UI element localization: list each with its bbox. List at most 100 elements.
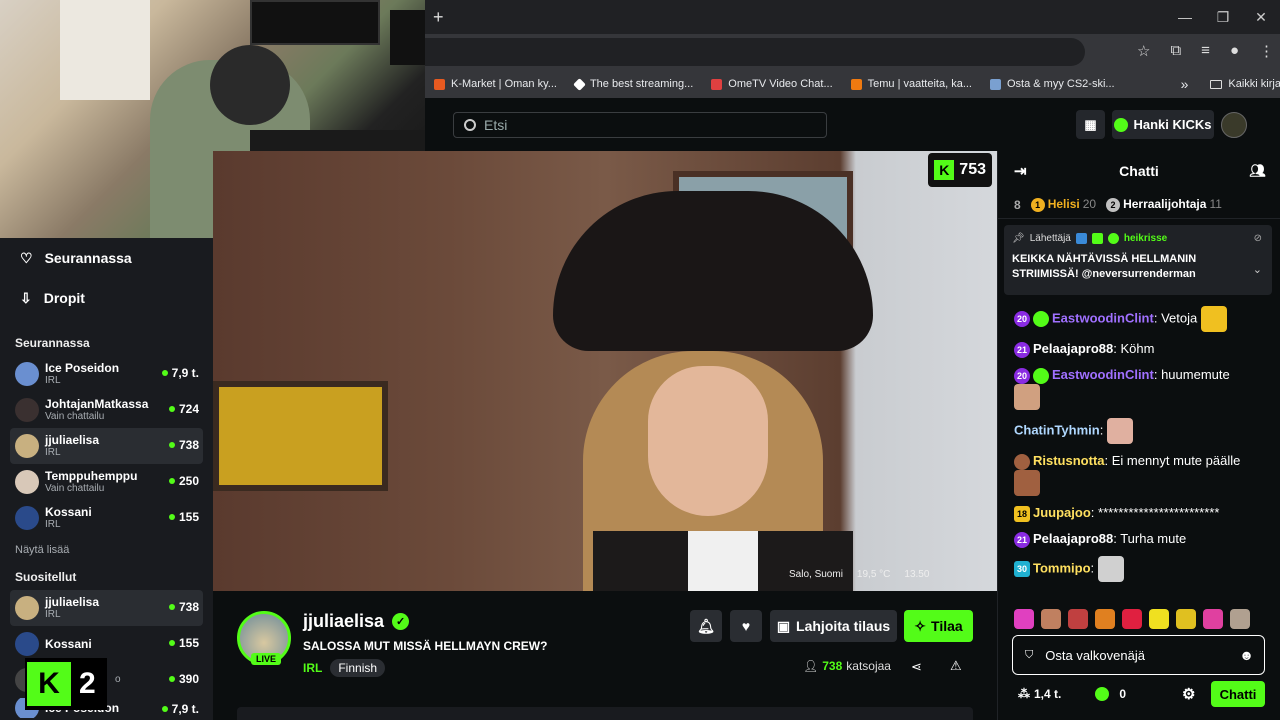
bookmark-item[interactable]: The best streaming... [566, 77, 702, 91]
sub-badge: 21 [1014, 341, 1030, 358]
bookmark-item[interactable]: K-Market | Oman ky... [425, 78, 566, 90]
video-shirt [688, 531, 758, 591]
pin-icon: 📌︎ [1012, 233, 1025, 244]
time-text: 13.50 [904, 569, 930, 580]
address-bar-row: ☆ ⧉ ≡ ● ⋮ [425, 34, 1280, 70]
maximize-button[interactable]: ❐ [1204, 0, 1242, 34]
chat-panel: ⇥ Chatti 👥︎ 8 1 Helisi 20 2 Herraalijohtaja… [997, 151, 1280, 720]
language-tag[interactable]: Finnish [330, 659, 386, 677]
close-window-button[interactable]: ✕ [1242, 0, 1280, 34]
chat-input[interactable]: ⛉ Osta valkovenäjä ☻ [1012, 635, 1265, 675]
channel-item[interactable]: Temppuhemppu Vain chattailu 250 [10, 464, 203, 500]
bookmark-item[interactable]: Temu | vaatteita, ka... [842, 78, 981, 90]
video-player[interactable]: K 753 Salo, Suomi 19,5 °C 13.50 [213, 151, 997, 591]
channel-item[interactable]: JohtajanMatkassa Vain chattailu 724 [10, 392, 203, 428]
chat-username[interactable]: Juupajoo [1033, 505, 1091, 520]
pinned-message[interactable]: 📌︎ Lähettäjä heikrisse KEIKKA NÄHTÄVISSÄ… [1004, 225, 1272, 295]
chat-users-icon[interactable]: 👥︎ [1249, 163, 1266, 179]
settings-gear-icon[interactable]: ⚙ [1182, 685, 1195, 703]
badge-icon [1075, 233, 1087, 244]
dashboard-button[interactable]: ▦ [1076, 110, 1105, 139]
streaming-favicon-icon [573, 77, 586, 91]
drops-icon: ⇩ [20, 289, 32, 306]
browser-tabbar: + — ❐ ✕ [425, 0, 1280, 34]
follow-heart-button[interactable]: ♥ [730, 610, 762, 642]
chat-message: 20 EastwoodinClint: Vetoja [998, 306, 1280, 332]
emote-button[interactable] [1122, 609, 1142, 629]
extensions-icon[interactable]: ⧉ [1170, 42, 1181, 60]
kick-logo-icon: K [934, 160, 955, 180]
leaderboard-entry[interactable]: 1 Helisi 20 [1030, 197, 1096, 212]
emote-button[interactable] [1176, 609, 1196, 629]
chevron-down-icon[interactable]: ⌄ [1253, 263, 1262, 276]
viewers-icon: 👤︎ [803, 659, 819, 673]
bookmark-star-icon[interactable]: ☆ [1137, 42, 1150, 60]
address-field[interactable] [425, 38, 1085, 66]
show-more-link[interactable]: Näytä lisää [0, 544, 213, 556]
channel-item[interactable]: jjuliaelisa IRL 738 [10, 590, 203, 626]
avatar [15, 434, 39, 458]
emote-button[interactable] [1095, 609, 1115, 629]
kick-coin-icon [1095, 687, 1110, 701]
streamer-name[interactable]: jjuliaelisa ✓ [303, 611, 410, 632]
media-control-icon[interactable]: ≡ [1201, 42, 1210, 60]
avatar [15, 506, 39, 530]
gift-sub-button[interactable]: ▣ Lahjoita tilaus [770, 610, 897, 642]
emote [1014, 384, 1040, 410]
avatar [15, 362, 39, 386]
emote-bar [1014, 609, 1250, 629]
send-chat-button[interactable]: Chatti [1211, 681, 1265, 707]
channel-item[interactable]: Kossani 155 [10, 626, 203, 662]
emote-button[interactable] [1068, 609, 1088, 629]
share-icon[interactable]: ⋖ [911, 659, 922, 675]
user-avatar[interactable] [1221, 112, 1247, 138]
channel-item[interactable]: jjuliaelisa IRL 738 [10, 428, 203, 464]
get-kicks-button[interactable]: Hanki KICKs [1112, 110, 1214, 139]
hide-pin-icon[interactable]: ⊘ [1254, 233, 1262, 244]
chat-username[interactable]: Tommipo [1033, 560, 1091, 575]
chat-message: 21 Pelaajapro88: Köhm [998, 340, 1280, 358]
chat-username[interactable]: Pelaajapro88 [1033, 341, 1113, 356]
notification-bell-button[interactable]: 🔔︎ [690, 610, 722, 642]
bookmarks-overflow-button[interactable]: » [1172, 76, 1198, 92]
bookmark-item[interactable]: Osta & myy CS2-ski... [981, 78, 1124, 90]
emote [1200, 306, 1227, 332]
chat-username[interactable]: Ristusnotta [1033, 453, 1105, 468]
new-tab-button[interactable]: + [433, 7, 444, 28]
nav-drops[interactable]: ⇩ Dropit [0, 278, 213, 318]
leaderboard-entry[interactable]: 2 Herraalijohtaja 11 [1106, 197, 1222, 212]
live-badge: LIVE [251, 653, 282, 665]
chat-username[interactable]: EastwoodinClint [1052, 367, 1154, 382]
viewer-count: 👤︎ 738 katsojaa [803, 659, 891, 673]
dashboard-icon: ▦ [1084, 116, 1097, 132]
menu-kebab-icon[interactable]: ⋮ [1259, 42, 1274, 60]
emote-button[interactable] [1203, 609, 1223, 629]
emote-button[interactable] [1041, 609, 1061, 629]
nav-following[interactable]: ♡ Seurannassa [0, 238, 213, 278]
emote-button[interactable] [1014, 609, 1034, 629]
location-text: Salo, Suomi [789, 569, 843, 580]
emote-button[interactable] [1149, 609, 1169, 629]
profile-avatar-icon[interactable]: ● [1230, 42, 1239, 60]
all-bookmarks-button[interactable]: Kaikki kirjanmerkit [1201, 78, 1280, 90]
channel-item[interactable]: Kossani IRL 155 [10, 500, 203, 536]
bookmark-item[interactable]: OmeTV Video Chat... [702, 78, 841, 90]
chat-username[interactable]: EastwoodinClint [1052, 310, 1154, 325]
search-input[interactable]: Etsi [453, 112, 827, 138]
live-dot-icon [168, 406, 175, 412]
chat-username[interactable]: ChatinTyhmin [1014, 422, 1100, 437]
avatar [15, 398, 39, 422]
site-header: Etsi ▦ Hanki KICKs [425, 98, 1280, 151]
chat-username[interactable]: Pelaajapro88 [1033, 531, 1113, 546]
following-heading: Seurannassa [15, 336, 90, 350]
subscribe-button[interactable]: ✧ Tilaa [904, 610, 973, 642]
emote-button[interactable] [1230, 609, 1250, 629]
emoji-picker-icon[interactable]: ☻ [1239, 647, 1254, 663]
minimize-button[interactable]: — [1166, 0, 1204, 34]
category-link[interactable]: IRL [303, 661, 322, 675]
report-icon[interactable]: ⚠ [950, 658, 962, 674]
collapse-chat-icon[interactable]: ⇥ [1014, 162, 1027, 180]
chat-message: ChatinTyhmin: [998, 418, 1280, 444]
avatar [15, 470, 39, 494]
channel-item[interactable]: Ice Poseidon IRL 7,9 t. [10, 356, 203, 392]
